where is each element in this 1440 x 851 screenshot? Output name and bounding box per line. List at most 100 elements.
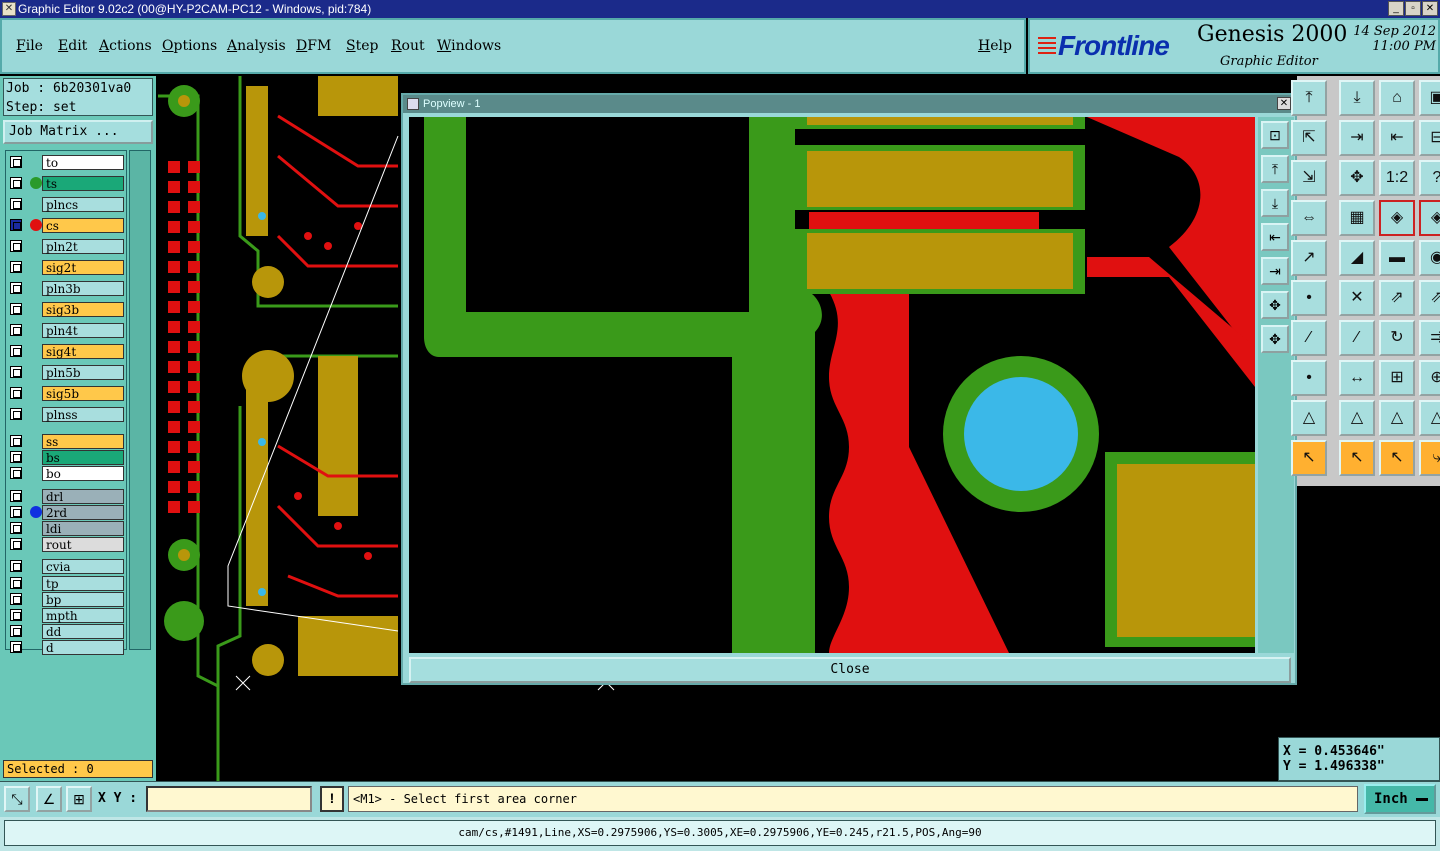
tool-icon-23[interactable]: ⇗ (1419, 280, 1440, 316)
layer-row-pln5b[interactable]: pln5b (10, 365, 126, 380)
layer-checkbox[interactable] (10, 261, 22, 273)
menu-analysis[interactable]: Analysis (227, 38, 286, 54)
layer-checkbox[interactable] (10, 177, 22, 189)
layer-row-sig3b[interactable]: sig3b (10, 302, 126, 317)
tool-icon-22[interactable]: ⇗ (1379, 280, 1415, 316)
layer-row-sig4t[interactable]: sig4t (10, 344, 126, 359)
layer-row-plncs[interactable]: plncs (10, 197, 126, 212)
tool-icon-11[interactable]: ? (1419, 160, 1440, 196)
layer-checkbox[interactable] (10, 198, 22, 210)
layer-row-mpth[interactable]: mpth (10, 608, 126, 623)
layer-row-tp[interactable]: tp (10, 575, 126, 591)
tool-icon-14[interactable]: ◈ (1379, 200, 1415, 236)
tool-icon-2[interactable]: ⌂ (1379, 80, 1415, 116)
layer-checkbox[interactable] (10, 609, 22, 621)
alert-button[interactable]: ! (320, 786, 344, 812)
layer-checkbox[interactable] (10, 641, 22, 654)
tool-icon-29[interactable]: ↔ (1339, 360, 1375, 396)
layer-row-to[interactable]: to (10, 155, 126, 170)
tool-icon-38[interactable]: ↖ (1379, 440, 1415, 476)
layer-checkbox[interactable] (10, 387, 22, 399)
menu-rout[interactable]: Rout (391, 38, 425, 54)
tool-icon-25[interactable]: ∕ (1339, 320, 1375, 356)
tool-icon-37[interactable]: ↖ (1339, 440, 1375, 476)
tool-icon-15[interactable]: ◈ (1419, 200, 1440, 236)
tool-icon-1[interactable]: ⤓ (1339, 80, 1375, 116)
layer-checkbox[interactable] (10, 156, 22, 168)
tool-icon-10[interactable]: 1:2 (1379, 160, 1415, 196)
layer-checkbox[interactable] (10, 219, 22, 231)
snap-icon[interactable]: ⤡ (4, 786, 30, 812)
menu-step[interactable]: Step (346, 38, 378, 54)
layer-row-cvia[interactable]: cvia (10, 559, 126, 575)
layer-row-pln4t[interactable]: pln4t (10, 323, 126, 338)
popview-close-button[interactable]: Close (409, 657, 1291, 683)
menu-dfm[interactable]: DFM (296, 38, 331, 54)
zoom-in-icon[interactable]: ⤒ (1261, 155, 1289, 183)
layer-row-pln2t[interactable]: pln2t (10, 239, 126, 254)
tool-icon-27[interactable]: ⇉ (1419, 320, 1440, 356)
layer-checkbox[interactable] (10, 538, 22, 551)
tool-icon-0[interactable]: ⤒ (1291, 80, 1327, 116)
layer-row-dd[interactable]: dd (10, 624, 126, 640)
tool-icon-8[interactable]: ⇲ (1291, 160, 1327, 196)
layer-row-drl[interactable]: drl (10, 488, 126, 504)
menu-windows[interactable]: Windows (437, 38, 501, 54)
layer-checkbox[interactable] (10, 625, 22, 638)
layer-row-ts[interactable]: ts (10, 176, 126, 191)
tool-icon-5[interactable]: ⇥ (1339, 120, 1375, 156)
menu-file[interactable]: File (16, 38, 43, 54)
zoom-area-icon[interactable]: ✥ (1261, 291, 1289, 319)
layer-checkbox[interactable] (10, 345, 22, 357)
tool-icon-6[interactable]: ⇤ (1379, 120, 1415, 156)
layer-checkbox[interactable] (10, 408, 22, 420)
maximize-button[interactable]: ▫ (1405, 1, 1421, 16)
layer-row-cs[interactable]: cs (10, 218, 126, 233)
grid-icon[interactable]: ⊞ (66, 786, 92, 812)
zoom-out-icon[interactable]: ⤓ (1261, 189, 1289, 217)
layer-checkbox[interactable] (10, 366, 22, 378)
layer-row-bo[interactable]: bo (10, 466, 126, 482)
layer-row-pln3b[interactable]: pln3b (10, 281, 126, 296)
pan-right-icon[interactable]: ⇥ (1261, 257, 1289, 285)
layer-row-plnss[interactable]: plnss (10, 407, 126, 422)
layer-row-d[interactable]: d (10, 640, 126, 656)
tool-icon-33[interactable]: △ (1339, 400, 1375, 436)
menu-options[interactable]: Options (162, 38, 217, 54)
layer-row-sig2t[interactable]: sig2t (10, 260, 126, 275)
layer-checkbox[interactable] (10, 505, 22, 518)
tool-icon-24[interactable]: ∕ (1291, 320, 1327, 356)
tool-icon-19[interactable]: ◉ (1419, 240, 1440, 276)
layer-checkbox[interactable] (10, 303, 22, 315)
tool-icon-18[interactable]: ▬ (1379, 240, 1415, 276)
job-matrix-button[interactable]: Job Matrix ... (3, 120, 153, 144)
layer-row-ss[interactable]: ss (10, 434, 126, 449)
layer-row-rout[interactable]: rout (10, 537, 126, 553)
layer-row-2rd[interactable]: 2rd (10, 504, 126, 520)
xy-input[interactable] (146, 786, 312, 812)
layer-checkbox[interactable] (10, 592, 22, 605)
tool-icon-7[interactable]: ⊟ (1419, 120, 1440, 156)
tool-icon-3[interactable]: ▣ (1419, 80, 1440, 116)
layer-row-ldi[interactable]: ldi (10, 521, 126, 536)
tool-icon-36[interactable]: ↖ (1291, 440, 1327, 476)
layer-checkbox[interactable] (10, 560, 22, 573)
tool-icon-31[interactable]: ⊕ (1419, 360, 1440, 396)
tool-icon-30[interactable]: ⊞ (1379, 360, 1415, 396)
tool-icon-21[interactable]: ✕ (1339, 280, 1375, 316)
layer-checkbox[interactable] (10, 576, 22, 589)
layer-checkbox[interactable] (10, 240, 22, 252)
tool-icon-17[interactable]: ◢ (1339, 240, 1375, 276)
tool-icon-39[interactable]: ⤷ (1419, 440, 1440, 476)
tool-icon-28[interactable]: • (1291, 360, 1327, 396)
tool-icon-4[interactable]: ⇱ (1291, 120, 1327, 156)
layer-checkbox[interactable] (10, 522, 22, 534)
measure-icon[interactable]: ∠ (36, 786, 62, 812)
fit-view-icon[interactable]: ✥ (1261, 325, 1289, 353)
layer-checkbox[interactable] (10, 324, 22, 336)
tool-icon-13[interactable]: ▦ (1339, 200, 1375, 236)
layer-row-sig5b[interactable]: sig5b (10, 386, 126, 401)
tool-icon-26[interactable]: ↻ (1379, 320, 1415, 356)
menu-actions[interactable]: Actions (99, 38, 152, 54)
tool-icon-12[interactable]: ⇔ (1291, 200, 1327, 236)
